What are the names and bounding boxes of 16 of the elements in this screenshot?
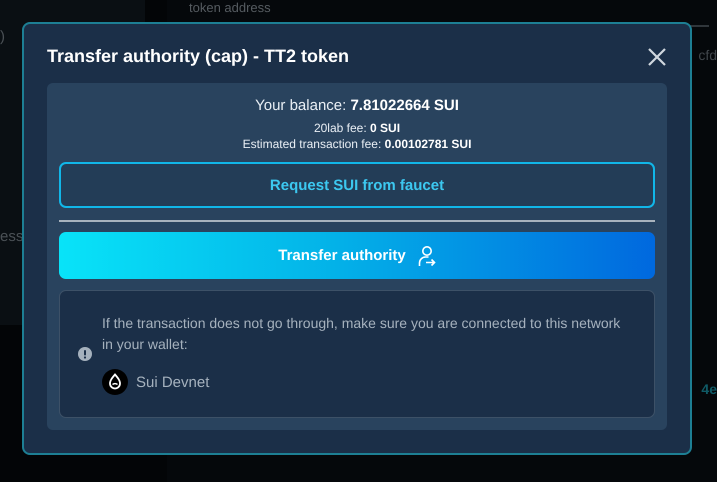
person-arrow-icon — [418, 244, 436, 266]
background-text: 4e — [701, 381, 717, 397]
close-button[interactable] — [647, 46, 667, 66]
panel-text: ess — [0, 228, 24, 245]
balance-text: Your balance: 7.81022664 SUI — [254, 97, 460, 114]
background-text: cfd — [698, 47, 717, 63]
water-drop-logo-icon — [102, 369, 128, 395]
faucet-button[interactable]: Request SUI from faucet — [59, 162, 655, 208]
exclamation-icon — [78, 347, 92, 361]
dialog-title: Transfer authority (cap) - TT2 token — [47, 46, 350, 67]
close-icon — [647, 46, 667, 66]
network-name: Sui Devnet — [136, 374, 210, 390]
notice-message: If the transaction does not go through, make sure you are connected to this network in your wallet: — [102, 314, 622, 354]
fee-text: Estimated transaction fee: 0.00102781 SUI — [242, 136, 472, 152]
fee-text: 20lab fee: 0 SUI — [312, 120, 402, 136]
panel-text: ) — [0, 28, 5, 45]
